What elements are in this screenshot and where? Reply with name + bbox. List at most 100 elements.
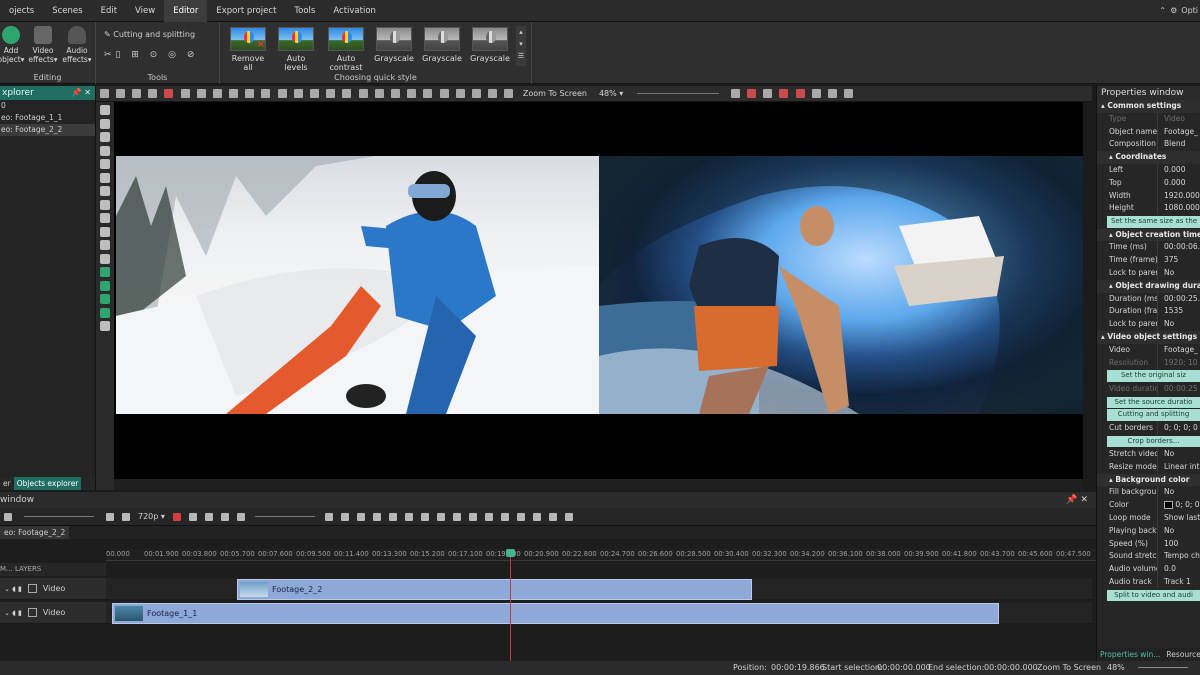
stretch-h-icon[interactable]: [374, 89, 384, 98]
prop-width[interactable]: Width 1920.000: [1097, 189, 1200, 203]
marker-icon[interactable]: [500, 512, 509, 521]
grid-icon[interactable]: [763, 89, 773, 98]
stop-icon[interactable]: [388, 512, 397, 521]
prop-duration-ms[interactable]: Duration (ms00:00:25.5: [1097, 292, 1200, 306]
rectangle-tool-icon[interactable]: [100, 159, 110, 169]
ungroup-icon[interactable]: [504, 89, 514, 98]
tab-footage-2-2[interactable]: eo: Footage_2_2: [0, 526, 70, 539]
view-mode-icon[interactable]: [828, 89, 838, 98]
prop-left[interactable]: Left 0.000: [1097, 163, 1200, 177]
jump-icon[interactable]: [516, 512, 525, 521]
original-size-button[interactable]: Set the original siz: [1107, 370, 1200, 382]
menu-edit[interactable]: Edit: [92, 0, 126, 22]
pointer-tool-icon[interactable]: [100, 105, 110, 115]
prop-time-ms[interactable]: Time (ms)00:00:06.2: [1097, 241, 1200, 255]
tree-row[interactable]: eo: Footage_1_1: [0, 112, 95, 124]
volume-icon[interactable]: [236, 512, 245, 521]
play-red-icon[interactable]: [172, 512, 181, 521]
timeline-zoom-slider[interactable]: [24, 516, 94, 517]
video-tool-icon[interactable]: [100, 267, 110, 277]
video-effects-button[interactable]: Video effects▾: [28, 26, 58, 64]
align-top-icon[interactable]: [293, 89, 303, 98]
section-video-object-settings[interactable]: ▴ Video object settings: [1097, 331, 1200, 344]
menu-activation[interactable]: Activation: [324, 0, 385, 22]
play-icon[interactable]: [404, 512, 413, 521]
stretch-icon[interactable]: [358, 89, 368, 98]
prop-time-frame[interactable]: Time (frame) 375: [1097, 254, 1200, 268]
prop-loop-mode[interactable]: Loop mode Show last: [1097, 512, 1200, 525]
style-grayscale-2[interactable]: Grayscale: [420, 27, 464, 63]
paste-icon[interactable]: [148, 89, 158, 98]
source-duration-button[interactable]: Set the source duratio: [1107, 396, 1200, 409]
clock-icon[interactable]: [324, 512, 333, 521]
safe-area-icon[interactable]: [779, 89, 789, 98]
zoom-mode-status[interactable]: Zoom To Screen: [1037, 661, 1101, 675]
prop-cut-borders[interactable]: Cut borders 0; 0; 0; 0: [1097, 421, 1200, 435]
trim-icon[interactable]: [532, 512, 541, 521]
copy-icon[interactable]: [131, 89, 141, 98]
add-object-button[interactable]: Add object▾: [0, 26, 26, 64]
section-common-settings[interactable]: ▴ Common settings: [1097, 100, 1200, 113]
align-middle-icon[interactable]: [310, 89, 320, 98]
cutting-splitting-button[interactable]: ✎ Cutting and splitting: [104, 30, 195, 39]
zoom-out-icon[interactable]: [4, 512, 12, 521]
preview-scrollbar[interactable]: [114, 479, 1083, 490]
track-controls-icon[interactable]: ⌄ ◖ ▮: [4, 602, 22, 624]
tab-explorer[interactable]: er: [0, 477, 14, 490]
fit-icon[interactable]: [229, 89, 239, 98]
prop-top[interactable]: Top 0.000: [1097, 176, 1200, 190]
timeline-ruler[interactable]: 00.000 00:01.900 00:03.800 00:05.700 00:07.6…: [106, 549, 1096, 561]
menu-scenes[interactable]: Scenes: [43, 0, 91, 22]
snapshot-icon[interactable]: [484, 512, 493, 521]
tree-row[interactable]: eo: Footage_2_2: [0, 124, 95, 136]
redo-icon[interactable]: [212, 89, 222, 98]
zoom-slider[interactable]: [637, 93, 720, 94]
align-center-icon[interactable]: [261, 89, 271, 98]
tab-resources[interactable]: Resource: [1163, 648, 1200, 661]
speech-bubble-icon[interactable]: [100, 226, 110, 237]
prop-resize-mode[interactable]: Resize mode Linear int: [1097, 460, 1200, 474]
status-zoom-slider[interactable]: [1138, 667, 1188, 668]
playhead-handle[interactable]: [506, 549, 515, 557]
prop-composition[interactable]: Composition mBlend: [1097, 138, 1200, 152]
next-frame-icon[interactable]: [436, 512, 445, 521]
prop-object-name[interactable]: Object name Footage_: [1097, 125, 1200, 139]
align-left-icon[interactable]: [245, 89, 255, 98]
go-to-start-icon[interactable]: [340, 512, 349, 521]
collapse-ribbon-icon[interactable]: ⌃: [1159, 0, 1166, 22]
section-background-color[interactable]: ▴ Background color: [1097, 473, 1200, 487]
person-tool-icon[interactable]: [100, 253, 110, 264]
prop-fill-background[interactable]: Fill backgrou No: [1097, 486, 1200, 500]
quality-icon[interactable]: [122, 512, 130, 521]
move-down-icon[interactable]: [455, 89, 465, 98]
align-bottom-icon[interactable]: [326, 89, 336, 98]
rewind-icon[interactable]: [372, 512, 381, 521]
prop-color[interactable]: Color 0; 0; 0: [1097, 499, 1200, 513]
distribute-icon[interactable]: [342, 89, 352, 98]
arrow-up-icon[interactable]: [407, 89, 417, 98]
track-header-1[interactable]: ⌄ ◖ ▮ Video: [0, 578, 106, 600]
prop-video[interactable]: Video Footage_: [1097, 343, 1200, 357]
loop-icon[interactable]: [188, 512, 197, 521]
pin-icon[interactable]: 📌 ✕: [72, 86, 91, 100]
prop-stretch-video[interactable]: Stretch video No: [1097, 448, 1200, 461]
prop-duration-frames[interactable]: Duration (fra 1535: [1097, 305, 1200, 319]
prop-height[interactable]: Height 1080.000: [1097, 202, 1200, 216]
subtitle-tool-icon[interactable]: [100, 294, 110, 304]
mark-out-icon[interactable]: [220, 512, 229, 521]
style-auto-contrast[interactable]: Auto contrast: [322, 27, 370, 72]
section-drawing-duration[interactable]: ▴ Object drawing durati: [1097, 279, 1200, 293]
go-to-end-icon[interactable]: [452, 512, 461, 521]
move-up-icon[interactable]: [439, 89, 449, 98]
same-size-button[interactable]: Set the same size as the pare: [1107, 216, 1200, 228]
quality-select[interactable]: 720p ▾: [138, 512, 165, 521]
playhead[interactable]: [510, 549, 511, 661]
menu-export-project[interactable]: Export project: [207, 0, 285, 22]
ellipse-tool-icon[interactable]: [100, 172, 110, 183]
cutting-splitting-prop-button[interactable]: Cutting and splitting: [1107, 409, 1200, 421]
track-lane-2[interactable]: Footage_1_1: [106, 602, 1092, 624]
rotate-icon[interactable]: [180, 89, 190, 98]
guides-icon[interactable]: [795, 89, 805, 98]
options-menu[interactable]: ⌃ ⚙ Opti: [1159, 0, 1198, 22]
stretch-v-icon[interactable]: [390, 89, 400, 98]
